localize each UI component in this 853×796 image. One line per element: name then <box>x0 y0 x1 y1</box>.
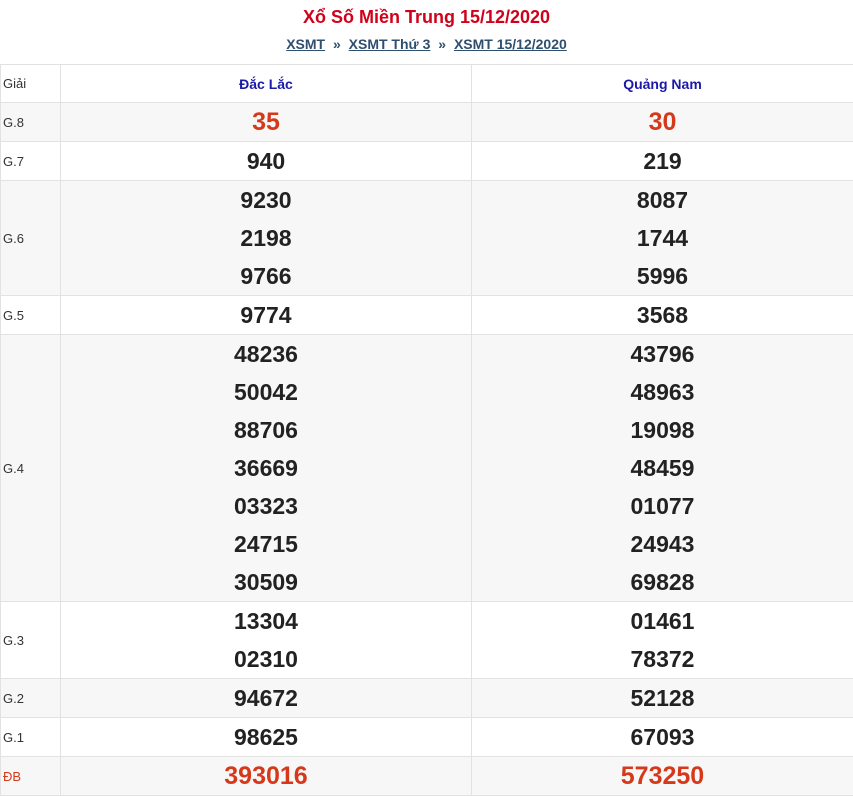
prize-number: 02310 <box>61 640 471 678</box>
prize-cell-dac-lac: 9774 <box>61 296 472 335</box>
prize-label: G.2 <box>1 679 61 718</box>
prize-number: 36669 <box>61 449 471 487</box>
prize-number: 30509 <box>61 563 471 601</box>
results-page: Xổ Số Miền Trung 15/12/2020 XSMT » XSMT … <box>0 0 853 796</box>
prize-cell-quang-nam: 30 <box>472 103 853 142</box>
page-title: Xổ Số Miền Trung 15/12/2020 <box>0 0 853 36</box>
prize-number: 1744 <box>472 219 853 257</box>
prize-cell-quang-nam: 52128 <box>472 679 853 718</box>
breadcrumb-link-xsmt-thu3[interactable]: XSMT Thứ 3 <box>349 36 431 52</box>
prize-number: 69828 <box>472 563 853 601</box>
prize-number: 9766 <box>61 257 471 295</box>
results-table: Giải Đắc Lắc Quảng Nam G.83530G.7940219G… <box>0 64 853 796</box>
prize-cell-dac-lac: 393016 <box>61 757 472 796</box>
prize-cell-dac-lac: 98625 <box>61 718 472 757</box>
prize-label: G.6 <box>1 181 61 296</box>
prize-number: 50042 <box>61 373 471 411</box>
breadcrumb-link-xsmt-date[interactable]: XSMT 15/12/2020 <box>454 36 567 52</box>
prize-number: 940 <box>61 142 471 180</box>
prize-label: G.3 <box>1 602 61 679</box>
prize-number: 19098 <box>472 411 853 449</box>
column-header-province[interactable]: Đắc Lắc <box>61 65 472 103</box>
prize-number: 67093 <box>472 718 853 756</box>
breadcrumb: XSMT » XSMT Thứ 3 » XSMT 15/12/2020 <box>0 36 853 64</box>
prize-cell-dac-lac: 35 <box>61 103 472 142</box>
prize-number: 94672 <box>61 679 471 717</box>
column-header-prize: Giải <box>1 65 61 103</box>
table-row: G.29467252128 <box>1 679 853 718</box>
prize-number: 48459 <box>472 449 853 487</box>
prize-number: 8087 <box>472 181 853 219</box>
prize-number: 13304 <box>61 602 471 640</box>
prize-number: 01077 <box>472 487 853 525</box>
prize-number: 48963 <box>472 373 853 411</box>
prize-cell-dac-lac: 923021989766 <box>61 181 472 296</box>
prize-number: 393016 <box>61 757 471 795</box>
prize-label: G.8 <box>1 103 61 142</box>
table-row: G.7940219 <box>1 142 853 181</box>
table-row: G.83530 <box>1 103 853 142</box>
prize-cell-dac-lac: 48236500428870636669033232471530509 <box>61 335 472 602</box>
column-header-province[interactable]: Quảng Nam <box>472 65 853 103</box>
prize-cell-dac-lac: 940 <box>61 142 472 181</box>
prize-number: 30 <box>472 103 853 141</box>
table-header-row: Giải Đắc Lắc Quảng Nam <box>1 65 853 103</box>
prize-number: 24943 <box>472 525 853 563</box>
prize-cell-quang-nam: 219 <box>472 142 853 181</box>
prize-number: 219 <box>472 142 853 180</box>
prize-number: 3568 <box>472 296 853 334</box>
prize-cell-quang-nam: 573250 <box>472 757 853 796</box>
prize-cell-dac-lac: 94672 <box>61 679 472 718</box>
prize-number: 9774 <box>61 296 471 334</box>
prize-label: G.5 <box>1 296 61 335</box>
prize-label: ĐB <box>1 757 61 796</box>
prize-number: 24715 <box>61 525 471 563</box>
table-row: G.313304023100146178372 <box>1 602 853 679</box>
prize-number: 35 <box>61 103 471 141</box>
prize-label: G.1 <box>1 718 61 757</box>
table-row: G.6923021989766808717445996 <box>1 181 853 296</box>
breadcrumb-separator: » <box>438 36 446 52</box>
prize-cell-quang-nam: 43796489631909848459010772494369828 <box>472 335 853 602</box>
prize-number: 573250 <box>472 757 853 795</box>
prize-number: 48236 <box>61 335 471 373</box>
prize-cell-quang-nam: 808717445996 <box>472 181 853 296</box>
prize-number: 78372 <box>472 640 853 678</box>
prize-cell-quang-nam: 0146178372 <box>472 602 853 679</box>
prize-number: 43796 <box>472 335 853 373</box>
table-row: ĐB393016573250 <box>1 757 853 796</box>
prize-number: 52128 <box>472 679 853 717</box>
prize-cell-quang-nam: 67093 <box>472 718 853 757</box>
breadcrumb-link-xsmt[interactable]: XSMT <box>286 36 325 52</box>
prize-label: G.7 <box>1 142 61 181</box>
prize-cell-quang-nam: 3568 <box>472 296 853 335</box>
prize-number: 5996 <box>472 257 853 295</box>
breadcrumb-separator: » <box>333 36 341 52</box>
prize-number: 9230 <box>61 181 471 219</box>
prize-number: 03323 <box>61 487 471 525</box>
table-row: G.597743568 <box>1 296 853 335</box>
prize-number: 01461 <box>472 602 853 640</box>
prize-number: 88706 <box>61 411 471 449</box>
table-row: G.44823650042887063666903323247153050943… <box>1 335 853 602</box>
prize-number: 98625 <box>61 718 471 756</box>
prize-label: G.4 <box>1 335 61 602</box>
table-row: G.19862567093 <box>1 718 853 757</box>
prize-number: 2198 <box>61 219 471 257</box>
prize-cell-dac-lac: 1330402310 <box>61 602 472 679</box>
